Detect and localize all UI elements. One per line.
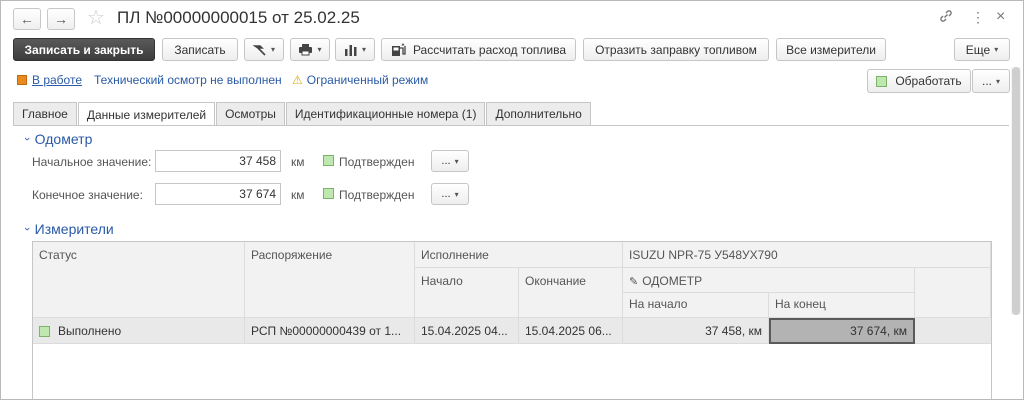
fuel-pump-icon: [391, 42, 406, 56]
start-confirmed-checkbox[interactable]: [323, 155, 334, 166]
at-start-cell[interactable]: 37 458, км: [623, 318, 769, 344]
chevron-down-icon: ▾: [361, 45, 366, 54]
tab-inspections[interactable]: Осмотры: [216, 102, 285, 125]
hammer-icon: [252, 44, 266, 56]
chevron-down-icon: ▾: [454, 189, 459, 199]
status-orange-square-icon: [17, 75, 27, 85]
calculate-fuel-button[interactable]: Рассчитать расход топлива: [381, 38, 576, 61]
vertical-scrollbar[interactable]: [1011, 67, 1021, 315]
column-header-status[interactable]: Статус: [33, 242, 245, 318]
start-value-field[interactable]: 37 458: [155, 150, 281, 172]
tab-additional[interactable]: Дополнительно: [486, 102, 591, 125]
link-icon[interactable]: [939, 9, 953, 27]
column-header-at-start[interactable]: На начало: [623, 293, 769, 318]
inspection-status[interactable]: Технический осмотр не выполнен: [94, 72, 282, 88]
favorite-star-icon[interactable]: ☆: [87, 7, 105, 29]
tab-bar: Главное Данные измерителей Осмотры Идент…: [13, 102, 592, 126]
chevron-down-icon: ▾: [270, 45, 275, 54]
end-cell[interactable]: 15.04.2025 06...: [519, 318, 623, 344]
odometer-section-header[interactable]: › Одометр: [21, 131, 93, 147]
reports-menu-button[interactable]: ▾: [335, 38, 375, 61]
meters-table[interactable]: Статус Распоряжение Исполнение Начало Ок…: [32, 241, 992, 399]
table-row[interactable]: Выполнено РСП №00000000439 от 1... 15.04…: [33, 318, 991, 344]
process-label: Обработать: [895, 74, 962, 88]
process-dropdown-button[interactable]: ... ▾: [972, 69, 1010, 93]
process-check-icon: [876, 75, 888, 87]
dots-label: ...: [981, 74, 992, 88]
column-header-start[interactable]: Начало: [415, 268, 519, 318]
start-value-label: Начальное значение:: [32, 155, 152, 169]
column-header-end[interactable]: Окончание: [519, 268, 623, 318]
order-cell[interactable]: РСП №00000000439 от 1...: [245, 318, 415, 344]
page-title: ПЛ №00000000015 от 25.02.25: [117, 8, 360, 27]
tab-main[interactable]: Главное: [13, 102, 77, 125]
close-icon[interactable]: ×: [996, 9, 1005, 25]
tab-identification-numbers[interactable]: Идентификационные номера (1): [285, 102, 486, 125]
save-button[interactable]: Записать: [162, 38, 238, 61]
status-link[interactable]: В работе: [32, 73, 82, 87]
warning-icon: ⚠: [292, 73, 303, 87]
pencil-icon: ✎: [629, 276, 639, 288]
dots-label: ...: [441, 188, 451, 200]
mode-status[interactable]: ⚠ Ограниченный режим: [292, 72, 428, 88]
meters-section-header[interactable]: › Измерители: [21, 221, 114, 237]
odometer-column-label: ОДОМЕТР: [642, 274, 703, 288]
restricted-mode-link[interactable]: Ограниченный режим: [307, 73, 428, 87]
column-header-order[interactable]: Распоряжение: [245, 242, 415, 318]
printer-icon: [299, 44, 313, 56]
column-header-odometer[interactable]: ✎ ОДОМЕТР: [623, 268, 915, 293]
arrow-right-icon: →: [54, 11, 68, 27]
chevron-down-icon: ▾: [996, 76, 1001, 86]
column-header-filler: [915, 268, 991, 318]
status-value: Выполнено: [58, 324, 122, 338]
start-cell[interactable]: 15.04.2025 04...: [415, 318, 519, 344]
end-confirmed-checkbox[interactable]: [323, 188, 334, 199]
end-options-button[interactable]: ... ▾: [431, 183, 469, 205]
column-header-execution[interactable]: Исполнение: [415, 242, 623, 268]
tab-meter-data[interactable]: Данные измерителей: [77, 102, 216, 126]
chevron-down-icon: ›: [20, 137, 33, 141]
chevron-down-icon: ▾: [454, 156, 459, 166]
start-unit-label: км: [291, 155, 305, 169]
start-options-button[interactable]: ... ▾: [431, 150, 469, 172]
chain-link-icon: [940, 10, 952, 22]
end-value-label: Конечное значение:: [32, 188, 143, 202]
dots-label: ...: [441, 155, 451, 167]
reflect-fueling-button[interactable]: Отразить заправку топливом: [583, 38, 769, 61]
document-window: ← → ☆ ПЛ №00000000015 от 25.02.25 ⋮ × За…: [0, 0, 1024, 400]
scrollbar-thumb[interactable]: [1012, 67, 1020, 315]
inspection-link[interactable]: Технический осмотр не выполнен: [94, 73, 282, 87]
arrow-left-icon: ←: [20, 11, 34, 27]
all-meters-button[interactable]: Все измерители: [776, 38, 886, 61]
document-status[interactable]: В работе: [17, 72, 82, 88]
forward-button[interactable]: →: [47, 8, 75, 30]
start-confirmed-label: Подтвержден: [339, 155, 415, 169]
at-end-cell[interactable]: 37 674, км: [769, 318, 915, 344]
chevron-down-icon: ›: [20, 227, 33, 231]
chevron-down-icon: ▾: [317, 45, 322, 54]
chevron-down-icon: ▾: [994, 45, 999, 54]
title-bar: ← → ☆ ПЛ №00000000015 от 25.02.25 ⋮ ×: [1, 1, 1023, 35]
more-label: Еще: [965, 42, 991, 57]
meters-heading: Измерители: [34, 221, 114, 237]
end-unit-label: км: [291, 188, 305, 202]
column-header-vehicle[interactable]: ISUZU NPR-75 У548УХ790: [623, 242, 991, 268]
end-value-field[interactable]: 37 674: [155, 183, 281, 205]
print-menu-button[interactable]: ▾: [290, 38, 330, 61]
end-confirmed-label: Подтвержден: [339, 188, 415, 202]
odometer-heading: Одометр: [34, 131, 93, 147]
more-actions-icon[interactable]: ⋮: [971, 9, 985, 25]
calculate-fuel-label: Рассчитать расход топлива: [412, 42, 567, 57]
tab-divider: [13, 125, 1009, 126]
status-cell[interactable]: Выполнено: [33, 318, 245, 344]
more-menu-button[interactable]: Еще ▾: [954, 38, 1010, 61]
tools-menu-button[interactable]: ▾: [244, 38, 284, 61]
save-and-close-button[interactable]: Записать и закрыть: [13, 38, 155, 61]
done-check-icon: [39, 325, 50, 337]
process-button[interactable]: Обработать: [867, 69, 971, 93]
column-header-at-end[interactable]: На конец: [769, 293, 915, 318]
back-button[interactable]: ←: [13, 8, 41, 30]
bar-chart-icon: [344, 44, 357, 56]
